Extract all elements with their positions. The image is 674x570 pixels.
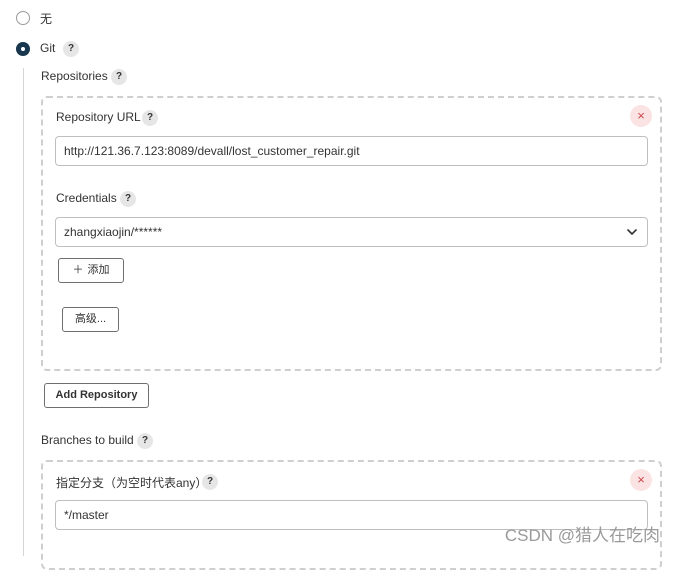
git-help-icon[interactable]: ? xyxy=(63,41,79,57)
repositories-label: Repositories xyxy=(41,69,108,83)
scm-none-label: 无 xyxy=(40,12,53,26)
advanced-button[interactable]: 高级... xyxy=(62,307,119,332)
add-credentials-label: 添加 xyxy=(87,264,110,276)
repository-url-input[interactable]: http://121.36.7.123:8089/devall/lost_cus… xyxy=(55,136,648,166)
credentials-help-icon[interactable]: ? xyxy=(120,191,136,207)
watermark-text: CSDN @猎人在吃肉 xyxy=(504,526,660,545)
scm-none-radio[interactable] xyxy=(16,11,30,25)
credentials-select[interactable]: zhangxiaojin/****** xyxy=(55,217,648,247)
repositories-help-icon[interactable]: ? xyxy=(111,69,127,85)
branches-to-build-label: Branches to build xyxy=(41,433,134,447)
repository-url-help-icon[interactable]: ? xyxy=(142,110,158,126)
scm-git-label: Git xyxy=(40,41,56,55)
git-section-divider xyxy=(23,68,24,556)
remove-branch-close-icon[interactable]: × xyxy=(630,469,652,491)
branch-specifier-help-icon[interactable]: ? xyxy=(202,474,218,490)
branches-help-icon[interactable]: ? xyxy=(137,433,153,449)
add-repository-button[interactable]: Add Repository xyxy=(44,383,149,408)
scm-git-radio[interactable] xyxy=(16,42,30,56)
branch-specifier-label: 指定分支（为空时代表any） xyxy=(56,476,208,490)
repository-url-label: Repository URL xyxy=(56,110,141,124)
chevron-down-icon[interactable] xyxy=(627,229,637,235)
plus-icon: ＋ xyxy=(72,264,84,276)
credentials-label: Credentials xyxy=(56,191,117,205)
remove-repository-close-icon[interactable]: × xyxy=(630,105,652,127)
add-credentials-button[interactable]: ＋添加 xyxy=(58,258,124,283)
